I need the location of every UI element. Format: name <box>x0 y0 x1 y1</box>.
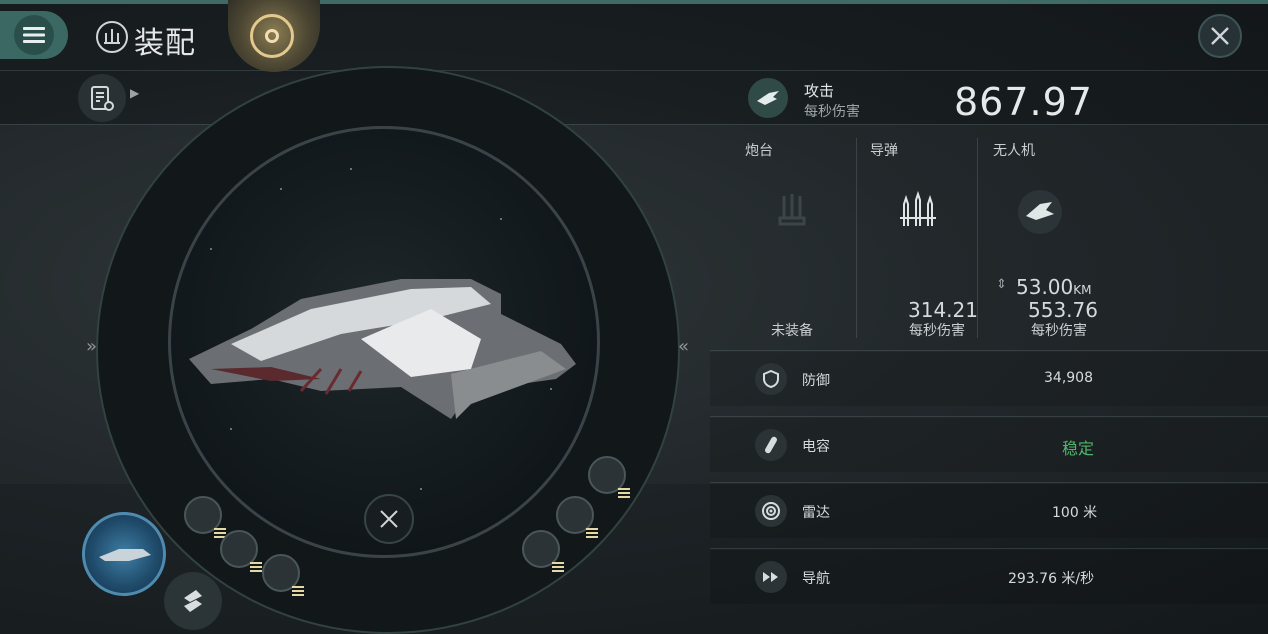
drone-label: 无人机 <box>993 143 1035 159</box>
drone-dps-unit: 每秒伤害 <box>1031 323 1087 339</box>
menu-icon <box>23 27 45 43</box>
turret-icon <box>778 194 806 226</box>
missile-label: 导弹 <box>870 143 898 159</box>
missile-slot[interactable] <box>588 456 630 498</box>
ship-icon <box>99 549 151 561</box>
target-button[interactable] <box>250 14 294 58</box>
top-accent-line <box>0 0 1268 4</box>
left-chevron-icon[interactable]: » <box>86 336 97 357</box>
radar-label: 雷达 <box>802 505 830 521</box>
swap-ship-button[interactable] <box>164 572 222 630</box>
turret-status: 未装备 <box>771 323 813 339</box>
target-icon <box>265 29 279 43</box>
drone-icon <box>1018 190 1062 234</box>
missile-slot[interactable] <box>522 530 564 572</box>
attack-label: 攻击 <box>804 82 835 100</box>
capacitor-label: 电容 <box>802 439 830 455</box>
defense-label: 防御 <box>802 373 830 389</box>
drone-slot[interactable] <box>184 496 226 538</box>
fitting-list-button[interactable] <box>78 74 126 122</box>
navigation-label: 导航 <box>802 571 830 587</box>
swap-icon <box>184 590 202 612</box>
close-icon <box>380 510 398 528</box>
navigation-icon <box>755 561 787 593</box>
close-button[interactable] <box>1198 14 1242 58</box>
drone-slot[interactable] <box>220 530 262 572</box>
range-icon: ⇕ <box>996 277 1007 292</box>
close-icon <box>1211 27 1229 45</box>
attack-sublabel: 每秒伤害 <box>804 104 860 120</box>
attack-dps-value: 867.97 <box>954 80 1093 124</box>
page-title: 装配 <box>134 26 196 61</box>
navigation-value: 293.76 米/秒 <box>1008 571 1095 587</box>
drone-slot[interactable] <box>262 554 304 596</box>
ship-thumbnail[interactable] <box>82 512 166 596</box>
missile-slot[interactable] <box>556 496 598 538</box>
ship-viewport[interactable] <box>168 126 600 558</box>
drone-range-value: 53.00KM <box>1016 275 1092 299</box>
missile-dps-value: 314.21 <box>908 298 978 322</box>
fitting-icon <box>96 21 128 53</box>
capacitor-value: 稳定 <box>1062 439 1095 458</box>
missile-dps-unit: 每秒伤害 <box>909 323 965 339</box>
defense-value: 34,908 <box>1044 370 1093 386</box>
capacitor-icon <box>755 429 787 461</box>
right-chevron-icon[interactable]: « <box>678 336 689 357</box>
turret-label: 炮台 <box>745 143 773 159</box>
missile-icon <box>900 190 936 226</box>
menu-button[interactable] <box>0 11 68 59</box>
clipboard-settings-icon <box>91 86 114 111</box>
expand-arrow-icon: ▶ <box>130 86 140 100</box>
shield-icon <box>755 363 787 395</box>
drone-dps-value: 553.76 <box>1028 298 1098 322</box>
radar-icon <box>755 495 787 527</box>
attack-icon <box>748 78 788 118</box>
clear-button[interactable] <box>364 494 414 544</box>
radar-value: 100 米 <box>1052 505 1098 521</box>
